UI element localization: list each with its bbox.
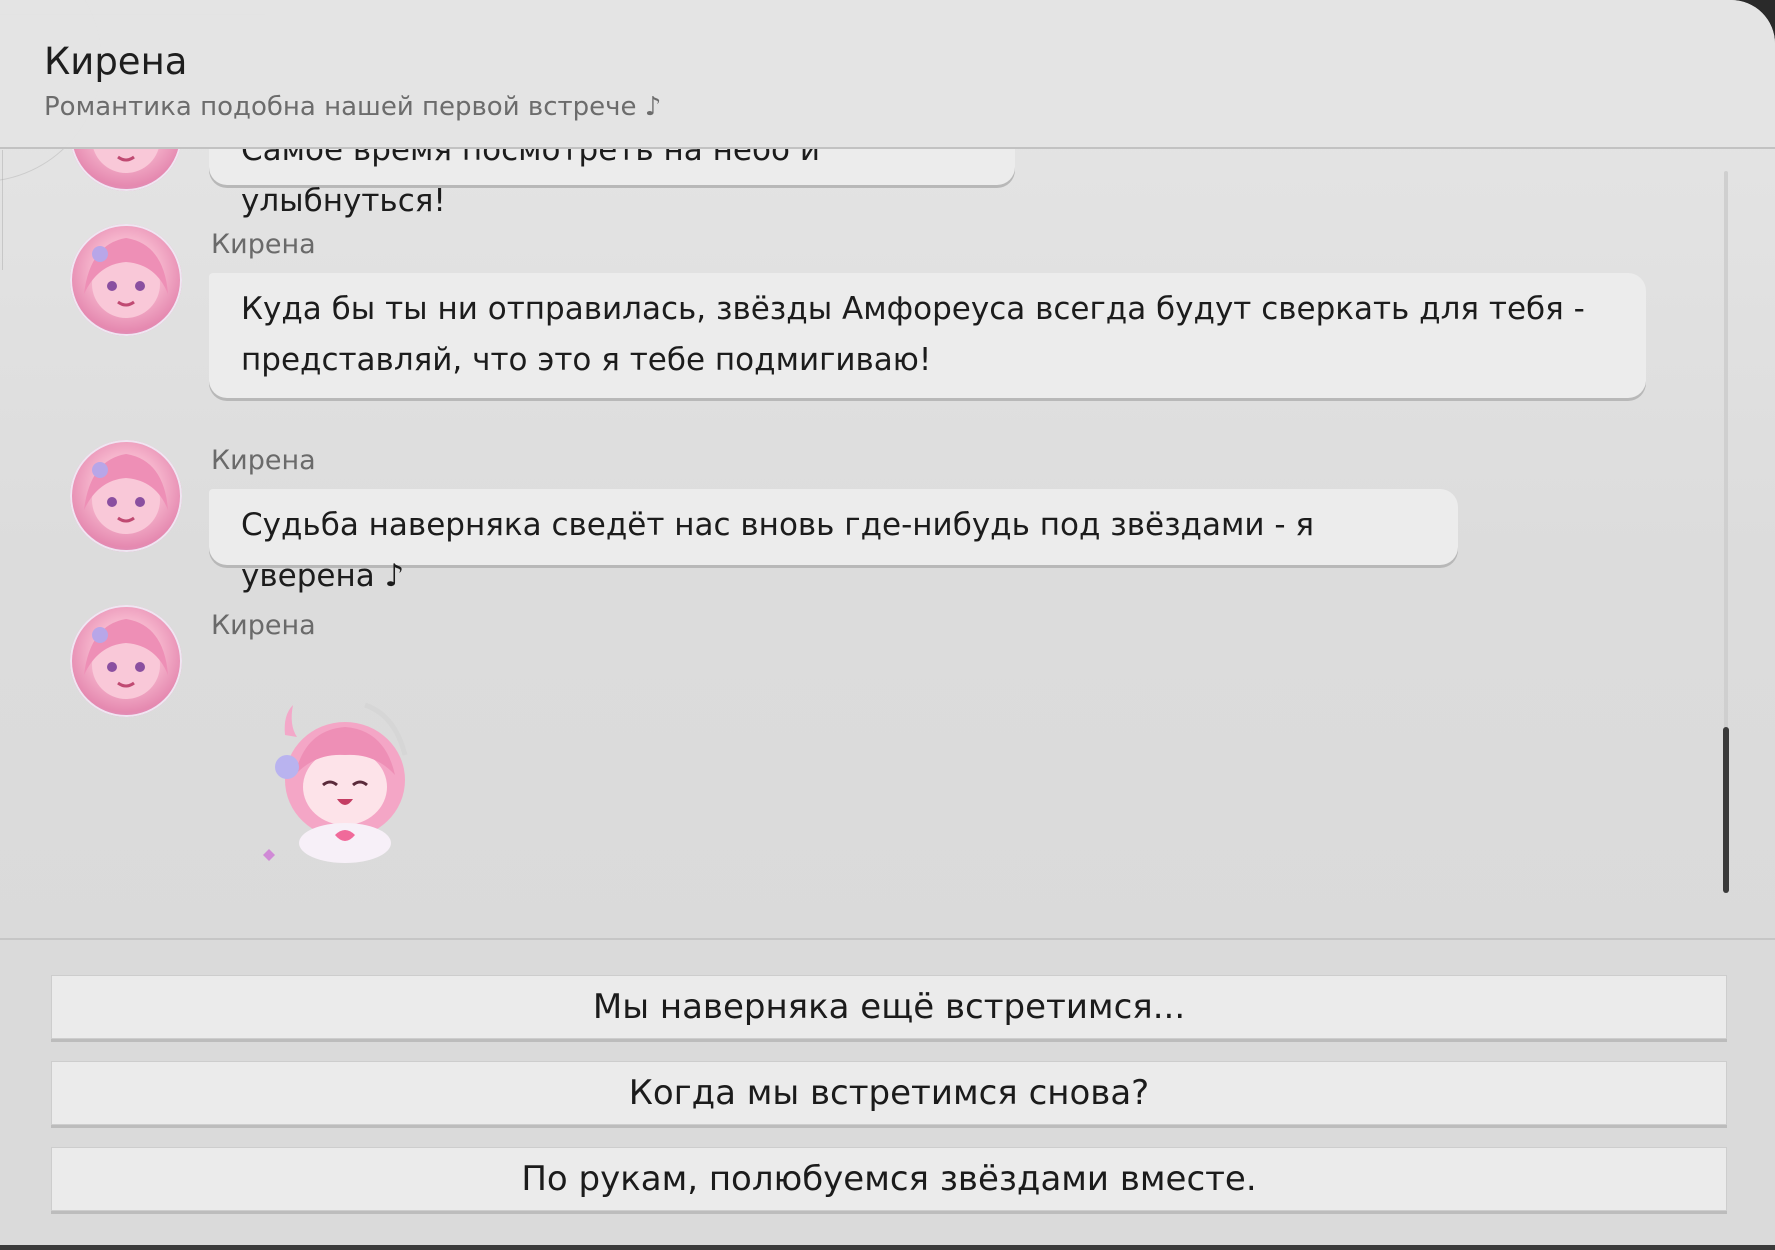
reply-options: Мы наверняка ещё встретимся... Когда мы … bbox=[0, 940, 1775, 1250]
message-bubble: Самое время посмотреть на небо и улыбнут… bbox=[209, 147, 1015, 219]
chat-window: Кирена Романтика подобна нашей первой вс… bbox=[0, 0, 1775, 1250]
message-bubble: Судьба наверняка сведёт нас вновь где-ни… bbox=[209, 489, 1458, 594]
avatar-icon bbox=[70, 440, 182, 552]
scrollbar-thumb[interactable] bbox=[1723, 727, 1729, 893]
reply-option-button[interactable]: По рукам, полюбуемся звёздами вместе. bbox=[51, 1147, 1727, 1211]
message-bubble: Куда бы ты ни отправилась, звёзды Амфоре… bbox=[209, 273, 1646, 398]
message-text: Куда бы ты ни отправилась, звёзды Амфоре… bbox=[241, 291, 1585, 378]
chibi-sticker-icon bbox=[245, 675, 445, 875]
reply-option-button[interactable]: Мы наверняка ещё встретимся... bbox=[51, 975, 1727, 1039]
message-text: Судьба наверняка сведёт нас вновь где-ни… bbox=[241, 507, 1315, 594]
contact-status: Романтика подобна нашей первой встрече ♪ bbox=[44, 92, 662, 122]
reply-option-button[interactable]: Когда мы встретимся снова? bbox=[51, 1061, 1727, 1125]
contact-name: Кирена bbox=[44, 40, 188, 83]
message-sender: Кирена bbox=[211, 610, 316, 641]
avatar-icon bbox=[70, 224, 182, 336]
chat-header: Кирена Романтика подобна нашей первой вс… bbox=[0, 0, 1775, 149]
message-sender: Кирена bbox=[211, 229, 316, 260]
avatar-icon bbox=[70, 605, 182, 717]
message-sender: Кирена bbox=[211, 445, 316, 476]
message-text: Самое время посмотреть на небо и улыбнут… bbox=[241, 147, 820, 219]
bottom-edge bbox=[0, 1245, 1775, 1250]
message-list[interactable]: Самое время посмотреть на небо и улыбнут… bbox=[0, 147, 1775, 939]
avatar-icon bbox=[70, 147, 182, 191]
